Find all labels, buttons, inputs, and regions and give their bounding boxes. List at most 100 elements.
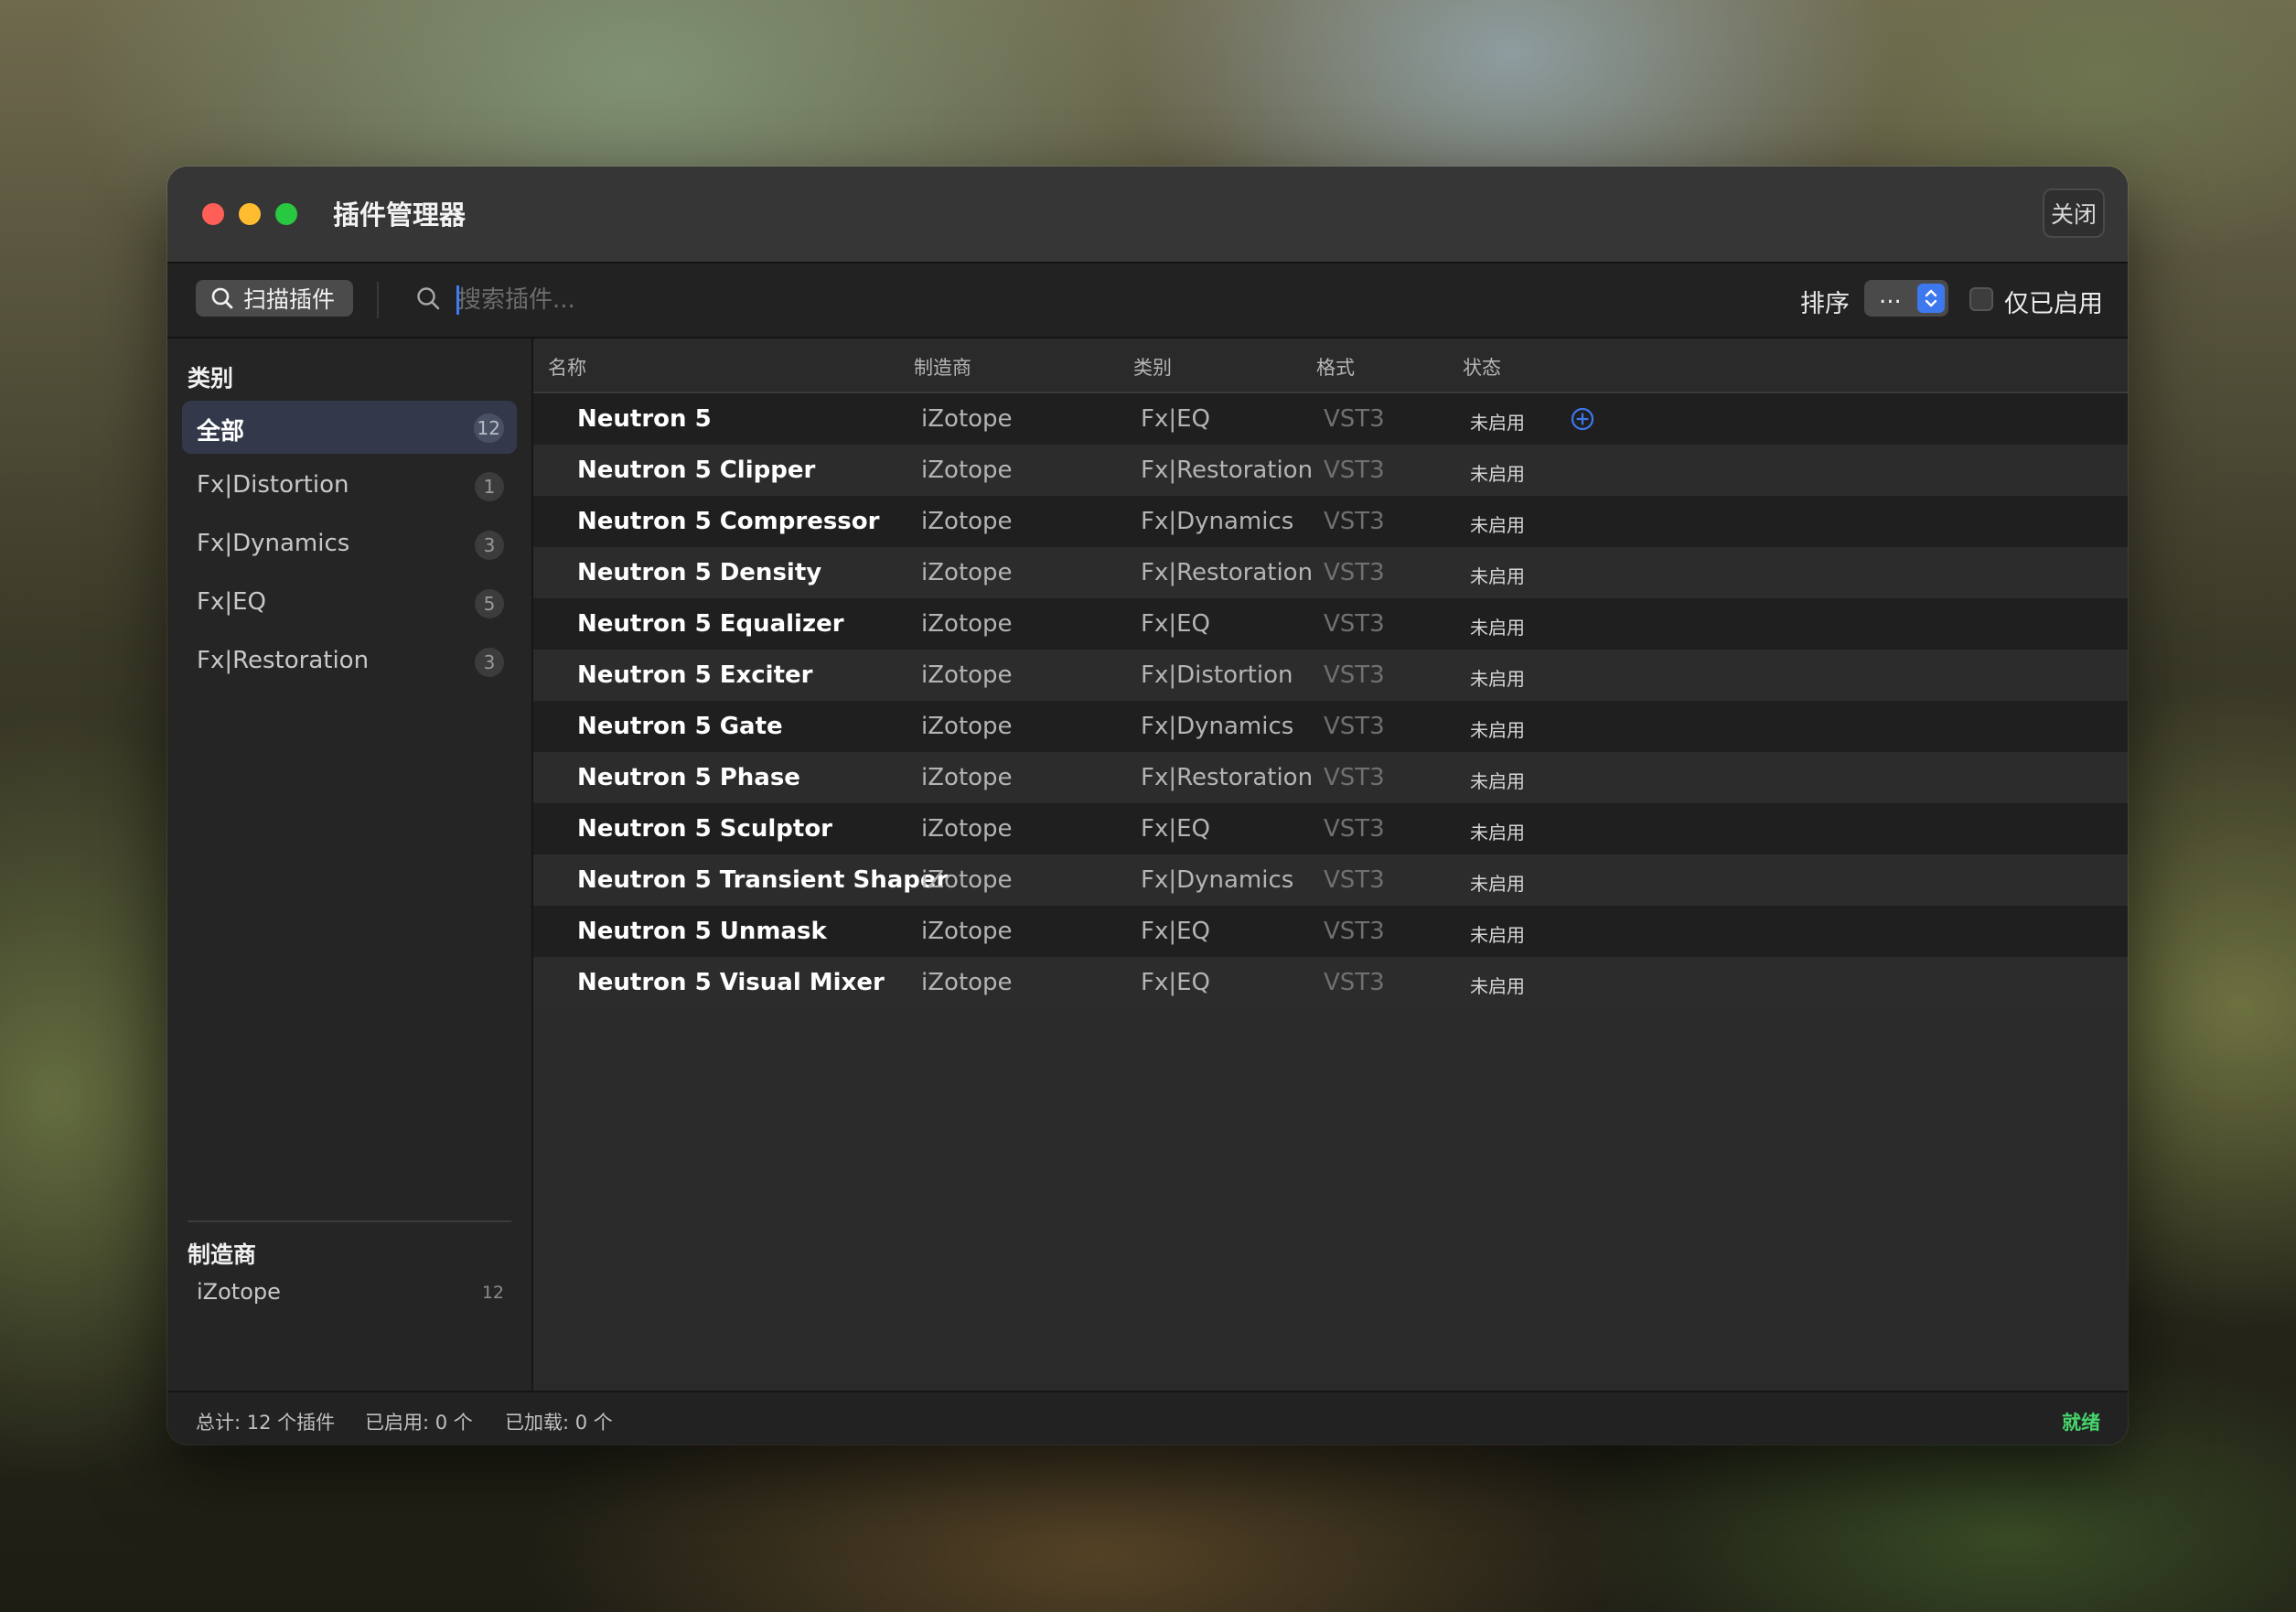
- table-row[interactable]: Neutron 5 Exciter iZotope Fx|Distortion VST…: [533, 650, 2128, 701]
- manufacturer-item-izotope[interactable]: iZotope 12: [182, 1275, 517, 1316]
- category-item-all[interactable]: 全部 12: [182, 401, 517, 454]
- column-header-status[interactable]: 状态: [1463, 353, 1501, 381]
- plugin-manufacturer-cell: iZotope: [921, 918, 1013, 945]
- category-label: Fx|Distortion: [197, 471, 349, 499]
- table-row[interactable]: Neutron 5 Visual Mixer iZotope Fx|EQ VST3 未启…: [533, 957, 2128, 1008]
- table-row[interactable]: Neutron 5 Compressor iZotope Fx|Dynamics VS…: [533, 496, 2128, 547]
- loaded-count-text: 已加载: 0 个: [505, 1412, 613, 1434]
- category-label: Fx|Restoration: [197, 647, 370, 674]
- zoom-window-button[interactable]: [275, 203, 297, 225]
- plugin-table: 名称 制造商 类别 格式 状态 Neutron 5 iZotope Fx|EQ VST…: [533, 339, 2128, 1391]
- close-window-button[interactable]: [202, 203, 224, 225]
- table-header: 名称 制造商 类别 格式 状态: [533, 339, 2128, 393]
- sort-label: 排序: [1800, 290, 1850, 318]
- plugin-status-cell: 未启用: [1470, 975, 1525, 997]
- plugin-format-cell: VST3: [1324, 610, 1385, 638]
- plugin-manufacturer-cell: iZotope: [921, 508, 1013, 535]
- enabled-count-text: 已启用: 0 个: [365, 1412, 473, 1434]
- category-label: 全部: [197, 418, 245, 446]
- status-ready-text: 就绪: [2062, 1412, 2100, 1434]
- plugin-name-cell: Neutron 5 Compressor: [577, 508, 880, 535]
- category-count-badge: 5: [475, 589, 504, 618]
- plus-circle-icon[interactable]: [1570, 406, 1595, 432]
- plugin-name-cell: Neutron 5 Sculptor: [577, 815, 833, 843]
- plugin-format-cell: VST3: [1324, 508, 1385, 535]
- sidebar: 类别 全部 12 Fx|Distortion 1 Fx|Dynamics 3 F…: [167, 339, 533, 1391]
- table-row[interactable]: Neutron 5 Phase iZotope Fx|Restoration VST3…: [533, 752, 2128, 803]
- plugin-category-cell: Fx|EQ: [1141, 918, 1210, 945]
- search-input[interactable]: [456, 278, 1282, 322]
- plugin-manufacturer-cell: iZotope: [921, 815, 1013, 843]
- column-header-category[interactable]: 类别: [1133, 353, 1172, 381]
- table-row[interactable]: Neutron 5 Equalizer iZotope Fx|EQ VST3 未启用: [533, 598, 2128, 650]
- category-count-badge: 12: [473, 414, 504, 443]
- plugin-name-cell: Neutron 5 Transient Shaper: [577, 866, 949, 894]
- plugin-format-cell: VST3: [1324, 764, 1385, 791]
- plugin-status-cell: 未启用: [1470, 822, 1525, 844]
- plugin-category-cell: Fx|Dynamics: [1141, 713, 1294, 740]
- manufacturer-label: iZotope: [197, 1279, 281, 1305]
- enabled-only-label[interactable]: 仅已启用: [2004, 284, 2103, 319]
- total-count-text: 总计: 12 个插件: [196, 1412, 336, 1434]
- category-count-badge: 3: [475, 531, 504, 560]
- scan-plugins-button[interactable]: 扫描插件: [196, 280, 353, 317]
- table-row[interactable]: Neutron 5 Density iZotope Fx|Restoration VS…: [533, 547, 2128, 598]
- minimize-window-button[interactable]: [239, 203, 261, 225]
- plugin-status-cell: 未启用: [1470, 565, 1525, 587]
- chevron-up-down-icon: [1917, 284, 1945, 313]
- plugin-manufacturer-cell: iZotope: [921, 866, 1013, 894]
- manufacturer-count: 12: [481, 1283, 504, 1303]
- sort-value: ...: [1879, 282, 1902, 309]
- category-count-badge: 1: [475, 472, 504, 501]
- plugin-category-cell: Fx|EQ: [1141, 969, 1210, 996]
- plugin-category-cell: Fx|EQ: [1141, 405, 1210, 433]
- categories-heading: 类别: [188, 365, 234, 392]
- plugin-status-cell: 未启用: [1470, 463, 1525, 485]
- plugin-category-cell: Fx|Distortion: [1141, 661, 1293, 689]
- plugin-name-cell: Neutron 5 Visual Mixer: [577, 969, 885, 996]
- plugin-category-cell: Fx|Restoration: [1141, 764, 1314, 791]
- table-row[interactable]: Neutron 5 Transient Shaper iZotope Fx|Dyna…: [533, 854, 2128, 906]
- plugin-name-cell: Neutron 5 Unmask: [577, 918, 827, 945]
- plugin-format-cell: VST3: [1324, 918, 1385, 945]
- column-header-format[interactable]: 格式: [1316, 353, 1355, 381]
- sort-select[interactable]: ...: [1864, 280, 1948, 317]
- plugin-manufacturer-cell: iZotope: [921, 457, 1013, 484]
- plugin-status-cell: 未启用: [1470, 719, 1525, 741]
- category-item-dynamics[interactable]: Fx|Dynamics 3: [182, 518, 517, 571]
- table-row[interactable]: Neutron 5 Unmask iZotope Fx|EQ VST3 未启用: [533, 906, 2128, 957]
- scan-plugins-label: 扫描插件: [243, 286, 336, 313]
- plugin-manufacturer-cell: iZotope: [921, 610, 1013, 638]
- search-icon: [211, 287, 233, 309]
- plugin-category-cell: Fx|Dynamics: [1141, 508, 1294, 535]
- plugin-status-cell: 未启用: [1470, 514, 1525, 536]
- column-header-name[interactable]: 名称: [548, 353, 586, 381]
- search-icon: [415, 285, 443, 313]
- category-label: Fx|Dynamics: [197, 530, 350, 557]
- category-count-badge: 3: [475, 648, 504, 677]
- plugin-status-cell: 未启用: [1470, 770, 1525, 792]
- close-button[interactable]: 关闭: [2043, 188, 2105, 238]
- plugin-manufacturer-cell: iZotope: [921, 764, 1013, 791]
- category-item-restoration[interactable]: Fx|Restoration 3: [182, 635, 517, 688]
- table-row[interactable]: Neutron 5 iZotope Fx|EQ VST3 未启用: [533, 393, 2128, 445]
- plugin-format-cell: VST3: [1324, 866, 1385, 894]
- plugin-category-cell: Fx|Restoration: [1141, 559, 1314, 586]
- plugin-status-cell: 未启用: [1470, 873, 1525, 895]
- plugin-category-cell: Fx|Dynamics: [1141, 866, 1294, 894]
- table-row[interactable]: Neutron 5 Gate iZotope Fx|Dynamics VST3 未启用: [533, 701, 2128, 752]
- plugin-name-cell: Neutron 5 Equalizer: [577, 610, 844, 638]
- category-item-distortion[interactable]: Fx|Distortion 1: [182, 459, 517, 512]
- column-header-manufacturer[interactable]: 制造商: [914, 353, 971, 381]
- toolbar: 扫描插件 排序 ... 仅已启用: [167, 263, 2128, 339]
- plugin-manufacturer-cell: iZotope: [921, 559, 1013, 586]
- toolbar-divider: [377, 282, 379, 318]
- category-item-eq[interactable]: Fx|EQ 5: [182, 576, 517, 629]
- table-row[interactable]: Neutron 5 Sculptor iZotope Fx|EQ VST3 未启用: [533, 803, 2128, 854]
- plugin-manufacturer-cell: iZotope: [921, 969, 1013, 996]
- plugin-format-cell: VST3: [1324, 713, 1385, 740]
- enabled-only-checkbox[interactable]: [1969, 287, 1993, 311]
- status-bar: 总计: 12 个插件 已启用: 0 个 已加载: 0 个 就绪: [167, 1391, 2128, 1445]
- table-row[interactable]: Neutron 5 Clipper iZotope Fx|Restoration VS…: [533, 445, 2128, 496]
- plugin-manufacturer-cell: iZotope: [921, 405, 1013, 433]
